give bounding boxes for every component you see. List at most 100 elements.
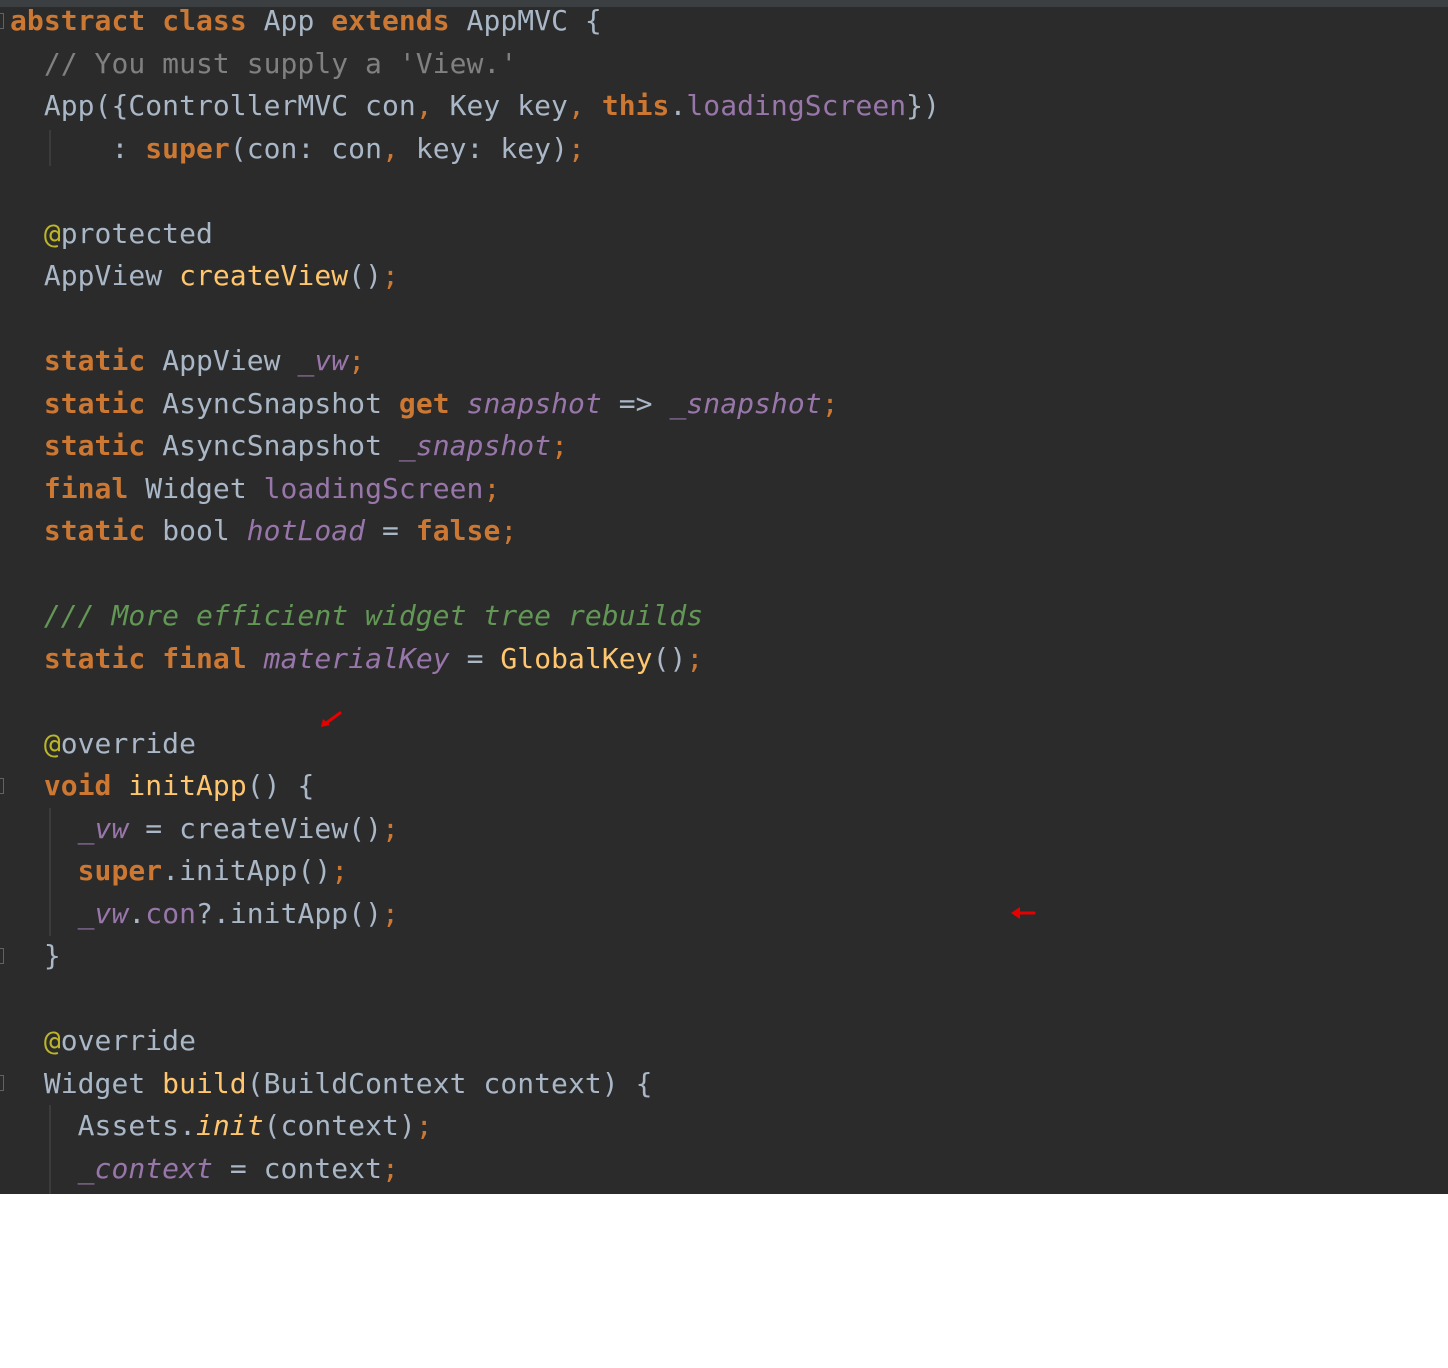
code-line[interactable]: : super(con: con, key: key); [10,128,585,170]
code-editor[interactable]: abstract class App extends AppMVC { // Y… [0,0,1448,1194]
code-token: false [415,514,501,547]
code-line[interactable]: } [10,935,61,977]
code-line[interactable]: void initApp() { [10,765,315,807]
code-token: bool [145,514,247,547]
code-token: ; [382,811,399,845]
code-token: abstract [10,4,146,37]
code-line[interactable]: /// More efficient widget tree rebuilds [10,595,703,637]
code-token: ; [686,641,704,675]
code-token: , [567,89,585,122]
code-token: materialKey [263,641,450,675]
fold-marker-icon[interactable] [0,948,4,964]
code-token: hotLoad [246,514,366,547]
code-token: protected [60,216,213,250]
code-token: _context [77,1151,213,1185]
code-token: static [43,344,146,377]
code-token: AppView [145,344,298,377]
code-token: AppView [10,259,180,292]
code-line[interactable]: static bool hotLoad = false; [10,510,517,552]
code-token: App({ControllerMVC con [10,89,416,122]
code-token: }) [906,89,940,122]
code-token: AppMVC { [449,4,602,37]
code-token: build [162,1066,247,1100]
code-line[interactable]: static final materialKey = GlobalKey(); [10,638,703,680]
code-line[interactable]: final Widget loadingScreen; [10,468,500,510]
code-token: ; [381,259,399,292]
code-token: (con: con [229,131,382,165]
code-token: @ [10,1024,61,1057]
code-line[interactable]: Assets.init(context); [10,1105,433,1147]
code-token: Assets. [10,1109,196,1142]
fold-marker-icon[interactable] [0,1075,4,1091]
code-token: ?.initApp() [196,896,383,930]
code-line[interactable]: AppView createView(); [10,255,399,297]
code-token: snapshot [466,386,602,420]
code-token: ; [331,854,349,887]
code-token: : [10,131,146,165]
code-token: () { [246,769,315,802]
code-line[interactable]: App({ControllerMVC con, Key key, this.lo… [10,85,940,127]
code-token: final [43,471,129,505]
code-token: override [60,1024,196,1057]
code-line[interactable]: static AsyncSnapshot _snapshot; [10,425,568,467]
code-line[interactable]: @override [10,1020,196,1062]
code-token: final [162,641,247,675]
code-token: ; [483,471,501,505]
code-token: init [195,1109,264,1142]
code-token: , [415,89,433,122]
code-token: loadingScreen [263,471,484,505]
code-token: static [43,429,146,462]
indent-guide [49,1105,51,1194]
code-line[interactable]: abstract class App extends AppMVC { [10,0,602,42]
code-line[interactable]: super.initApp(); [10,850,348,892]
code-token: => [601,386,670,420]
code-token: . [128,896,146,930]
code-line[interactable]: static AsyncSnapshot get snapshot => _sn… [10,383,839,425]
code-token: Widget [128,471,264,505]
code-token: _snapshot [669,386,822,420]
code-token: ; [551,429,568,462]
code-token: super [77,854,163,887]
code-line[interactable]: _context = context; [10,1148,399,1190]
code-token: () [348,259,382,292]
code-line[interactable]: static AppView _vw; [10,340,365,382]
annotation-arrow-left-icon [1011,907,1036,919]
code-token: void [43,769,112,802]
code-token: super [145,131,230,165]
code-line[interactable]: _vw = createView(); [10,808,399,850]
indent-guide [49,808,51,936]
code-token: ; [348,344,366,377]
code-token: extends [331,4,450,37]
code-line[interactable]: @protected [10,213,213,255]
code-token: (BuildContext context) { [246,1066,653,1100]
code-token: static [43,514,146,547]
code-token: @ [10,726,61,760]
code-line[interactable]: Widget build(BuildContext context) { [10,1063,653,1105]
fold-marker-icon[interactable] [0,13,4,29]
code-token: con [145,896,197,930]
code-token: ; [500,514,518,547]
code-token: Widget [10,1066,163,1100]
code-token: .initApp() [162,854,332,887]
fold-marker-icon[interactable] [0,778,4,794]
code-line[interactable]: // You must supply a 'View.' [10,43,517,85]
annotation-arrow-diagonal-icon [321,711,342,727]
code-token: _vw [77,896,129,930]
code-line[interactable]: _vw.con?.initApp(); [10,893,399,935]
code-line[interactable]: @override [10,723,196,765]
code-token: _vw [297,344,349,377]
code-token: GlobalKey [500,641,653,675]
code-token: } [10,939,61,972]
